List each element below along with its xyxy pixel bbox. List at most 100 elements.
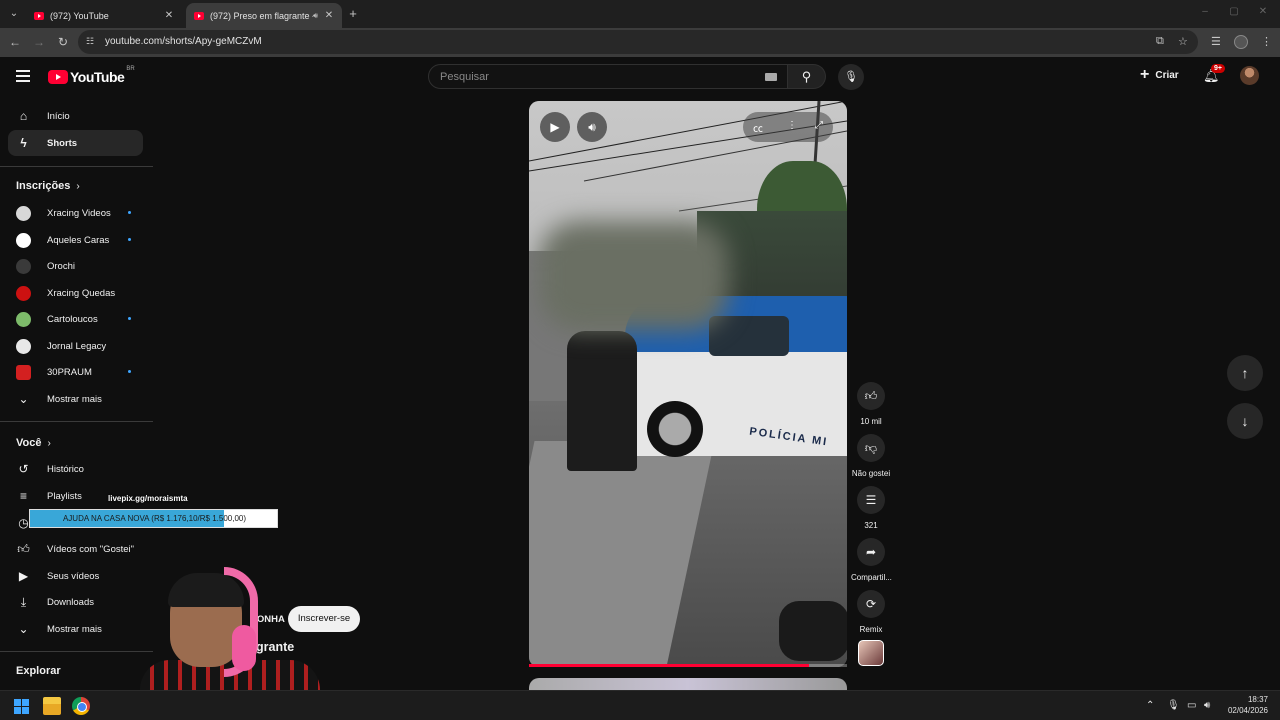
channel-avatar <box>16 258 31 274</box>
windows-start-icon[interactable] <box>14 699 29 714</box>
browser-tab-youtube[interactable]: (972) YouTube ✕ <box>26 3 182 28</box>
create-button[interactable]: + Criar <box>1140 67 1179 83</box>
shorts-video-player[interactable]: POLÍCIA MI ▶ 🔊︎ ㏄ ⋮ ⤢ <box>529 101 847 667</box>
thumbs-down-icon: 👎︎ <box>857 434 885 462</box>
next-short-button[interactable]: ↓ <box>1227 403 1263 439</box>
share-button[interactable]: ➦ Compartil... <box>851 538 892 582</box>
channel-avatar <box>16 311 31 327</box>
tab-audio-icon[interactable]: 🔊︎ <box>313 11 318 21</box>
sidebar-item-channel[interactable]: 30PRAUM <box>8 359 143 385</box>
remix-button[interactable]: ⟳ Remix <box>851 590 891 634</box>
new-content-dot <box>128 211 131 214</box>
tab-close-icon[interactable]: ✕ <box>324 10 334 21</box>
your-videos-icon: ▶ <box>18 568 29 583</box>
sidebar-show-more-subscriptions[interactable]: ⌄ Mostrar mais <box>8 386 143 412</box>
video-progress-bar[interactable] <box>529 664 847 667</box>
back-icon[interactable]: ← <box>7 34 23 50</box>
youtube-favicon-icon <box>194 11 204 20</box>
profile-avatar[interactable] <box>1234 35 1248 49</box>
sidebar-item-downloads[interactable]: ⤓ Downloads <box>8 589 143 615</box>
notifications-button[interactable]: 🔔︎ 9+ <box>1203 64 1225 84</box>
home-icon: ⌂ <box>19 108 28 123</box>
search-input[interactable]: Pesquisar <box>428 64 788 89</box>
more-options-icon[interactable]: ⋮ <box>787 120 797 131</box>
you-heading[interactable]: Você › <box>16 437 51 449</box>
playlists-icon: ≡ <box>19 488 27 503</box>
explore-title: Explorar <box>16 665 61 677</box>
sidebar-item-channel[interactable]: Xracing Videos <box>8 200 143 226</box>
install-app-icon[interactable]: ⧉ <box>1156 35 1164 48</box>
arrow-down-icon: ↓ <box>1241 413 1249 429</box>
fullscreen-icon[interactable]: ⤢ <box>815 120 823 131</box>
volume-button[interactable]: 🔊︎ <box>577 112 607 142</box>
sidebar-item-liked-videos[interactable]: 👍︎ Vídeos com "Gostei" <box>8 536 143 562</box>
hamburger-menu-icon[interactable] <box>16 70 30 82</box>
address-bar[interactable]: ☷ youtube.com/shorts/Apy-geMCZvM ⧉ ☆ <box>78 30 1198 54</box>
comments-button[interactable]: ☰ 321 <box>851 486 891 530</box>
sidebar-item-channel[interactable]: Xracing Quedas <box>8 280 143 306</box>
video-frame <box>779 601 847 661</box>
system-clock[interactable]: 18:37 02/04/2026 <box>1224 694 1268 716</box>
sound-thumbnail[interactable] <box>858 640 884 666</box>
sidebar-item-label: Início <box>47 110 70 122</box>
donation-url: livepix.gg/moraismta <box>108 494 188 503</box>
forward-icon[interactable]: → <box>31 34 47 50</box>
share-label: Compartil... <box>851 573 892 582</box>
like-button[interactable]: 👍︎ 10 mil <box>851 382 891 426</box>
dislike-button[interactable]: 👎︎ Não gostei <box>851 434 891 478</box>
channel-name: Xracing Videos <box>47 207 111 219</box>
microphone-tray-icon[interactable]: 🎙︎ <box>1167 700 1180 711</box>
tray-chevron-icon[interactable]: ⌃ <box>1146 700 1154 711</box>
bookmark-star-icon[interactable]: ☆ <box>1178 35 1188 48</box>
subscriptions-heading[interactable]: Inscrições › <box>16 180 80 192</box>
keyboard-icon[interactable] <box>765 73 777 81</box>
plus-icon: + <box>1140 66 1150 83</box>
account-avatar[interactable] <box>1240 66 1259 85</box>
new-content-dot <box>128 370 131 373</box>
streamer-webcam <box>140 565 320 700</box>
sidebar-show-more-you[interactable]: ⌄ Mostrar mais <box>8 616 143 642</box>
chevron-right-icon: › <box>47 438 51 449</box>
file-explorer-icon[interactable] <box>43 697 61 715</box>
play-button[interactable]: ▶ <box>540 112 570 142</box>
sidebar-item-home[interactable]: ⌂ Início <box>8 103 143 129</box>
channel-name: Orochi <box>47 260 75 272</box>
subscriptions-title: Inscrições <box>16 180 71 192</box>
tab-search-icon[interactable]: ⌄ <box>6 6 22 22</box>
video-frame <box>539 221 729 331</box>
sidebar-item-history[interactable]: ↺ Histórico <box>8 456 143 482</box>
sidebar-divider <box>0 421 153 422</box>
voice-search-button[interactable]: 🎙︎ <box>838 64 864 90</box>
display-tray-icon[interactable]: ▭ <box>1187 700 1196 711</box>
chevron-right-icon: › <box>76 181 80 192</box>
speaker-tray-icon[interactable]: 🔊︎ <box>1204 700 1210 711</box>
new-tab-button[interactable]: + <box>346 6 360 22</box>
browser-tab-short[interactable]: (972) Preso em flagrante - 🔊︎ ✕ <box>186 3 342 28</box>
sidebar-item-channel[interactable]: Jornal Legacy <box>8 333 143 359</box>
menu-kebab-icon[interactable]: ⋮ <box>1261 35 1272 48</box>
minimize-icon[interactable]: – <box>1198 6 1212 17</box>
reading-list-icon[interactable]: ☰ <box>1211 35 1221 48</box>
search-placeholder: Pesquisar <box>440 71 489 83</box>
channel-avatar <box>16 338 31 354</box>
share-icon: ➦ <box>857 538 885 566</box>
sidebar-item-shorts[interactable]: ϟ Shorts <box>8 130 143 156</box>
sidebar-item-channel[interactable]: Orochi <box>8 253 143 279</box>
close-window-icon[interactable]: ✕ <box>1256 6 1270 17</box>
captions-icon[interactable]: ㏄ <box>753 120 763 135</box>
sidebar-item-channel[interactable]: Aqueles Caras <box>8 227 143 253</box>
site-info-icon[interactable]: ☷ <box>86 36 94 47</box>
sidebar-item-channel[interactable]: Cartoloucos <box>8 306 143 332</box>
previous-short-button[interactable]: ↑ <box>1227 355 1263 391</box>
youtube-logo[interactable]: YouTube BR <box>48 66 135 85</box>
tab-close-icon[interactable]: ✕ <box>164 10 174 21</box>
chevron-down-icon: ⌄ <box>18 391 29 406</box>
reload-icon[interactable]: ↻ <box>55 34 71 50</box>
windows-taskbar: ⌃ 🎙︎ ▭ 🔊︎ 18:37 02/04/2026 <box>0 690 1280 720</box>
volume-icon: 🔊︎ <box>588 120 596 134</box>
sidebar-item-your-videos[interactable]: ▶ Seus vídeos <box>8 563 143 589</box>
search-button[interactable]: ⚲ <box>788 64 826 89</box>
next-short-preview[interactable] <box>529 678 847 690</box>
chrome-icon[interactable] <box>72 697 90 715</box>
maximize-icon[interactable]: ▢ <box>1227 6 1241 17</box>
